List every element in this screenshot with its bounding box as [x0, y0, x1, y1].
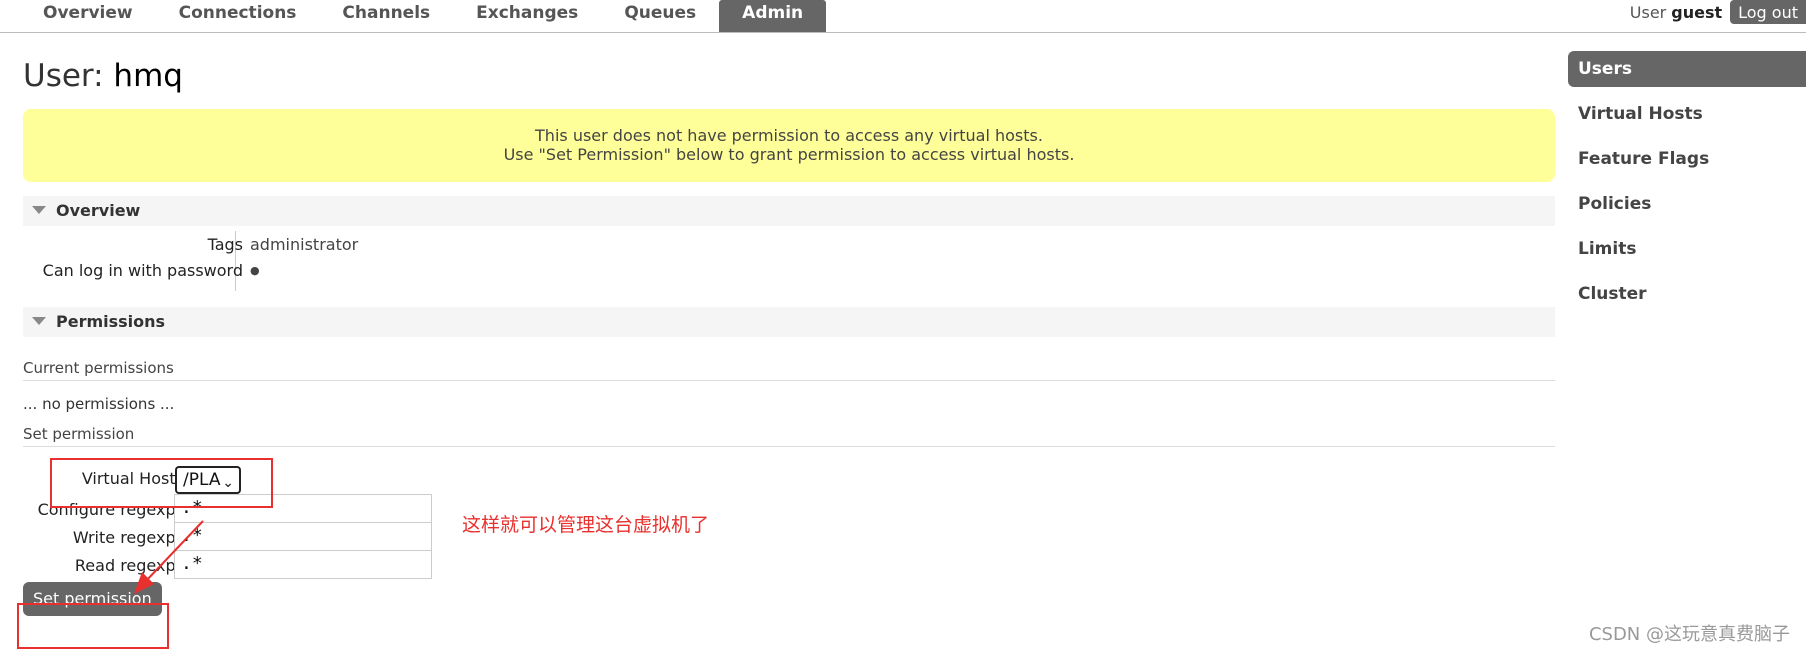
sidebar-item-policies[interactable]: Policies [1568, 186, 1806, 222]
sidebar-item-users[interactable]: Users [1568, 51, 1806, 87]
watermark-text: CSDN @这玩意真费脑子 [1588, 624, 1790, 645]
sidebar-item-feature-flags[interactable]: Feature Flags [1568, 141, 1806, 177]
sidebar-item-limits[interactable]: Limits [1568, 231, 1806, 267]
annotation-arrow-icon [134, 520, 204, 594]
sidebar-item-cluster[interactable]: Cluster [1568, 276, 1806, 312]
sidebar-item-virtual-hosts[interactable]: Virtual Hosts [1568, 96, 1806, 132]
admin-sidebar: Users Virtual Hosts Feature Flags Polici… [1568, 51, 1806, 321]
annotation-text: 这样就可以管理这台虚拟机了 [462, 514, 710, 536]
